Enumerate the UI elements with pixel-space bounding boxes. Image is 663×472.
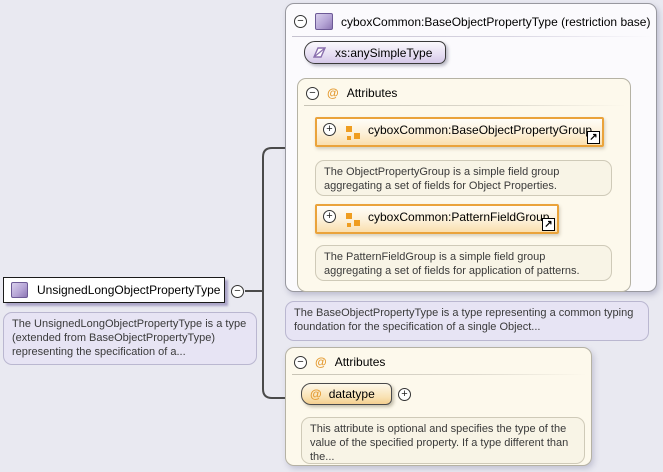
attributes-section: − @ Attributes + cyboxCommon:BaseObjectP… [297,78,631,292]
simpletype-icon [312,46,327,59]
schema-diagram: − cyboxCommon:BaseObjectPropertyType (re… [0,0,663,472]
goto-definition-icon[interactable]: ↗ [587,131,600,144]
attribute-group-label: cyboxCommon:PatternFieldGroup [368,210,549,224]
base-type-title: cyboxCommon:BaseObjectPropertyType (rest… [341,15,650,29]
attribute-at-icon: @ [327,86,339,100]
description-text: The UnsignedLongObjectPropertyType is a … [12,318,246,358]
base-type-description: The BaseObjectPropertyType is a type rep… [285,301,649,341]
description-text: The BaseObjectPropertyType is a type rep… [294,307,633,333]
base-type-panel-header: − cyboxCommon:BaseObjectPropertyType (re… [286,4,656,36]
expand-icon[interactable]: + [323,210,336,223]
main-type-description: The UnsignedLongObjectPropertyType is a … [3,312,257,365]
collapse-icon[interactable]: − [231,285,244,298]
attributes-header: − @ Attributes [286,348,591,374]
description-text: The PatternFieldGroup is a simple field … [324,251,580,277]
attribute-group-baseobjectpropertygroup[interactable]: + cyboxCommon:BaseObjectPropertyGroup ↗ [315,117,604,147]
attributes-panel: − @ Attributes @ datatype + This attribu… [285,347,592,466]
header-divider [292,374,587,375]
header-divider [304,105,626,106]
collapse-icon[interactable]: − [294,15,307,28]
attribute-group-label: cyboxCommon:BaseObjectPropertyGroup [368,123,592,137]
goto-definition-icon[interactable]: ↗ [542,218,555,231]
datatype-attribute-row: @ datatype + [301,383,411,405]
attributes-title: Attributes [335,355,386,369]
attribute-group-icon [346,213,352,219]
attributes-title: Attributes [347,86,398,100]
base-type-panel: − cyboxCommon:BaseObjectPropertyType (re… [285,3,657,292]
main-type-box[interactable]: UnsignedLongObjectPropertyType [3,277,225,303]
base-simpletype-label: xs:anySimpleType [335,46,432,60]
collapse-icon[interactable]: − [306,87,319,100]
attribute-group-icon [346,126,352,132]
description-text: This attribute is optional and specifies… [310,423,568,463]
base-simpletype-box[interactable]: xs:anySimpleType [304,41,446,64]
attribute-group-description: The ObjectPropertyGroup is a simple fiel… [315,160,612,196]
attributes-header: − @ Attributes [298,79,630,105]
description-text: The ObjectPropertyGroup is a simple fiel… [324,166,559,192]
attribute-group-description: The PatternFieldGroup is a simple field … [315,245,612,281]
collapse-icon[interactable]: − [294,356,307,369]
complextype-icon [11,282,28,298]
attribute-at-icon: @ [310,387,322,401]
complextype-icon [315,13,333,30]
attribute-at-icon: @ [315,355,327,369]
expand-icon[interactable]: + [323,123,336,136]
datatype-description: This attribute is optional and specifies… [301,417,585,464]
expand-icon[interactable]: + [398,388,411,401]
header-divider [292,36,652,37]
datatype-attribute-box[interactable]: @ datatype [301,383,392,405]
attribute-name: datatype [329,387,375,401]
main-type-label: UnsignedLongObjectPropertyType [37,283,220,297]
attribute-group-patternfieldgroup[interactable]: + cyboxCommon:PatternFieldGroup ↗ [315,204,559,234]
